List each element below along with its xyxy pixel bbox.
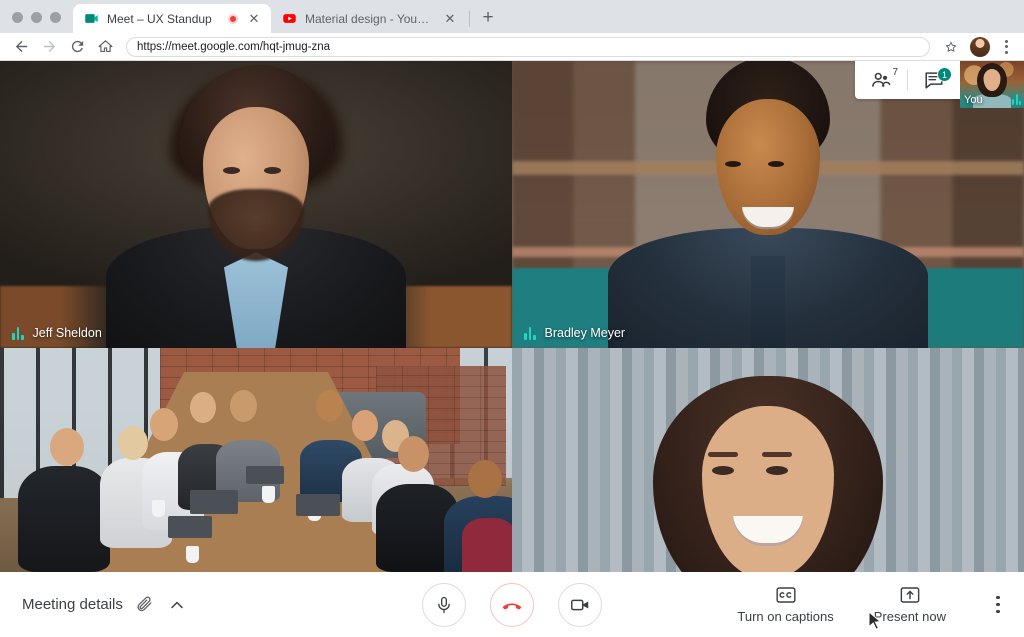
present-screen-icon <box>899 586 921 604</box>
show-chat-button[interactable]: 1 <box>908 61 960 99</box>
browser-window: Meet – UX Standup ✕ Material design - Yo… <box>0 0 1024 637</box>
home-icon <box>97 38 114 55</box>
chrome-menu-icon[interactable] <box>996 36 1016 58</box>
participant-name-bar: Bradley Meyer <box>512 318 637 348</box>
tab-separator <box>469 11 470 27</box>
people-count: 7 <box>892 67 898 78</box>
browser-toolbar: https://meet.google.com/hqt-jmug-zna <box>0 33 1024 61</box>
reload-icon <box>69 38 86 55</box>
captions-label: Turn on captions <box>737 609 833 624</box>
meeting-details-group[interactable]: Meeting details <box>0 595 187 615</box>
window-controls[interactable] <box>0 12 73 33</box>
self-mic-active-icon <box>1012 94 1021 105</box>
turn-on-captions-button[interactable]: Turn on captions <box>737 586 833 624</box>
secondary-controls: Turn on captions Present now <box>737 586 1010 624</box>
present-label: Present now <box>874 609 946 624</box>
minimize-window-button[interactable] <box>31 12 42 23</box>
meet-control-bar: Meeting details <box>0 572 1024 637</box>
arrow-left-icon <box>13 38 30 55</box>
microphone-icon <box>434 595 454 615</box>
microphone-button[interactable] <box>422 583 466 627</box>
chat-unread-badge: 1 <box>937 67 952 82</box>
meeting-details-label: Meeting details <box>22 596 123 613</box>
leave-call-button[interactable] <box>490 583 534 627</box>
paperclip-icon[interactable] <box>135 595 155 615</box>
forward-button[interactable] <box>36 34 62 60</box>
maximize-window-button[interactable] <box>50 12 61 23</box>
tab-title: Material design - YouTube <box>305 12 434 26</box>
tab-strip: Meet – UX Standup ✕ Material design - Yo… <box>0 0 1024 33</box>
url-text: https://meet.google.com/hqt-jmug-zna <box>137 41 919 53</box>
tab-title: Meet – UX Standup <box>107 12 220 26</box>
participant-name: Bradley Meyer <box>545 326 626 340</box>
home-button[interactable] <box>92 34 118 60</box>
mic-active-icon <box>524 327 536 340</box>
google-meet-icon <box>84 11 99 26</box>
bookmark-button[interactable] <box>938 34 964 60</box>
reload-button[interactable] <box>64 34 90 60</box>
call-end-icon <box>500 593 524 617</box>
meet-overlay-controls: 7 1 <box>855 61 960 99</box>
participant-video-feed <box>512 348 1024 572</box>
closed-caption-icon <box>775 586 797 604</box>
present-now-button[interactable]: Present now <box>874 586 946 624</box>
profile-avatar[interactable] <box>970 37 990 57</box>
meet-video-stage: Jeff Sheldon <box>0 61 1024 572</box>
videocam-icon <box>569 594 591 616</box>
participant-tile-bradley-meyer[interactable]: Bradley Meyer <box>512 61 1024 348</box>
participant-tile-jeff-sheldon[interactable]: Jeff Sheldon <box>0 61 512 348</box>
youtube-icon <box>282 11 297 26</box>
tab-youtube[interactable]: Material design - YouTube ✕ <box>271 4 467 33</box>
tab-meet[interactable]: Meet – UX Standup ✕ <box>73 4 271 33</box>
arrow-right-icon <box>41 38 58 55</box>
new-tab-button[interactable]: + <box>474 4 502 32</box>
show-people-button[interactable]: 7 <box>855 61 907 99</box>
mic-active-icon <box>12 327 24 340</box>
tab-close-button[interactable]: ✕ <box>442 11 458 27</box>
participant-video-feed <box>512 61 1024 348</box>
participant-tile-conference-room[interactable] <box>0 348 512 572</box>
star-icon <box>944 40 958 54</box>
more-vert-icon[interactable] <box>986 587 1010 623</box>
participant-video-feed <box>0 61 512 348</box>
close-window-button[interactable] <box>12 12 23 23</box>
self-view-label: You <box>964 94 983 106</box>
participant-grid: Jeff Sheldon <box>0 61 1024 572</box>
back-button[interactable] <box>8 34 34 60</box>
address-bar[interactable]: https://meet.google.com/hqt-jmug-zna <box>126 37 930 57</box>
self-view-tile[interactable]: You <box>960 61 1024 108</box>
participant-tile-woman[interactable] <box>512 348 1024 572</box>
participant-name-bar: Jeff Sheldon <box>0 318 114 348</box>
participant-video-feed <box>0 348 512 572</box>
people-icon <box>870 69 892 91</box>
call-controls <box>422 583 602 627</box>
camera-button[interactable] <box>558 583 602 627</box>
tab-close-button[interactable]: ✕ <box>246 11 262 27</box>
chevron-up-icon[interactable] <box>167 595 187 615</box>
tab-recording-indicator-icon <box>228 14 238 24</box>
participant-name: Jeff Sheldon <box>33 326 102 340</box>
